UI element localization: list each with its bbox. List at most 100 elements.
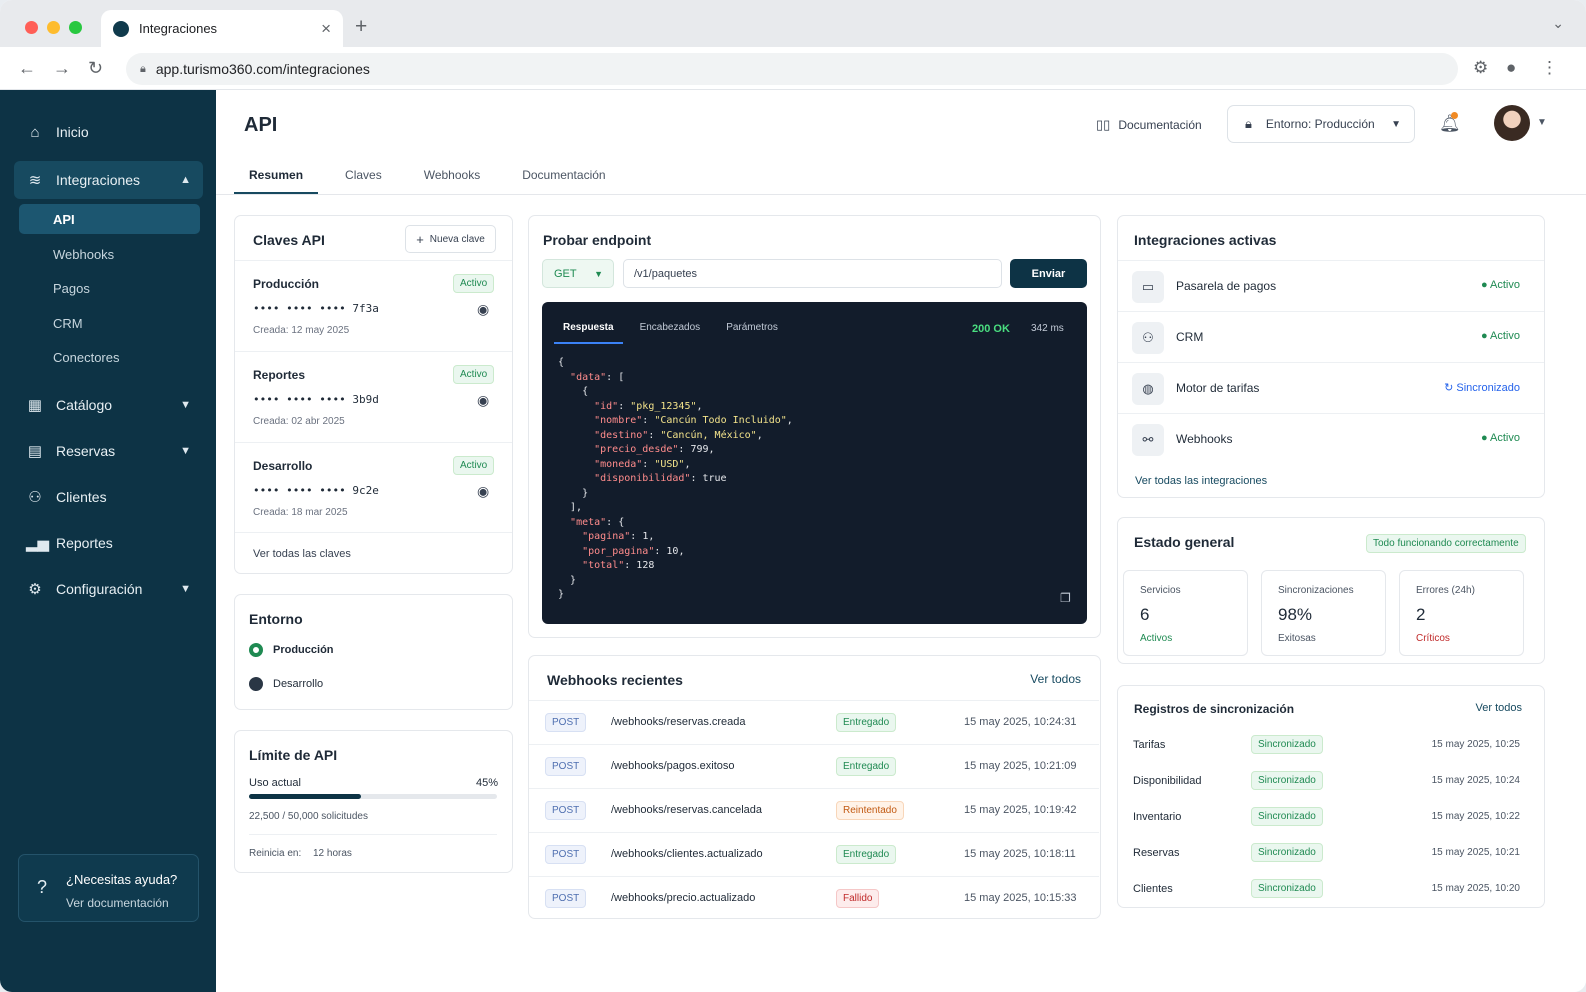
sidebar-item-inicio[interactable]: ⌂ Inicio (14, 113, 203, 151)
sidebar-subitem-webhooks[interactable]: Webhooks (19, 239, 200, 269)
stat-label: Errores (24h) (1416, 585, 1475, 596)
card-title: Integraciones activas (1134, 232, 1277, 248)
sidebar-item-reportes[interactable]: ▂▅ Reportes (14, 524, 203, 562)
list-item[interactable]: ▭ Pasarela de pagos ● Activo (1118, 260, 1544, 311)
back-arrow-icon[interactable]: ← (18, 58, 36, 79)
eye-icon[interactable]: ◉ (477, 301, 489, 318)
card-title: Claves API (253, 232, 325, 248)
key-date: Creada: 18 mar 2025 (253, 507, 348, 518)
book-icon: ▯▯ (1096, 117, 1111, 132)
sidebar-item-configuracion[interactable]: ⚙ Configuración ▼ (14, 570, 203, 608)
tab-encabezados[interactable]: Encabezados (631, 314, 710, 344)
table-row[interactable]: POST /webhooks/reservas.cancelada Reinte… (529, 788, 1099, 832)
general-status-card: Estado general Todo funcionando correcta… (1117, 517, 1545, 664)
stat-sub: Críticos (1416, 633, 1450, 644)
active-integrations-card: Integraciones activas ▭ Pasarela de pago… (1117, 215, 1545, 498)
tab-list-chevron-icon[interactable]: ⌄ (1552, 15, 1564, 32)
status-badge: Sincronizado (1251, 879, 1323, 898)
new-key-button[interactable]: + Nueva clave (405, 225, 496, 253)
sidebar-subitem-pagos[interactable]: Pagos (19, 273, 200, 303)
usage-percent: 45% (475, 777, 498, 789)
sidebar-item-catalogo[interactable]: ▦ Catálogo ▼ (14, 386, 203, 424)
chevron-down-icon[interactable]: ▼ (1537, 117, 1547, 128)
tab-webhooks[interactable]: Webhooks (409, 160, 495, 194)
table-row[interactable]: POST /webhooks/pagos.exitoso Entregado 1… (529, 744, 1099, 788)
table-row[interactable]: POST /webhooks/clientes.actualizado Entr… (529, 832, 1099, 876)
avatar[interactable] (1494, 105, 1530, 141)
see-all-sync-link[interactable]: Ver todos (1476, 702, 1522, 714)
list-item[interactable]: ⚇ CRM ● Activo (1118, 311, 1544, 362)
stat-value: 2 (1416, 605, 1426, 624)
list-item[interactable]: ⚯ Webhooks ● Activo (1118, 413, 1544, 464)
card-title: Entorno (249, 611, 303, 627)
profile-icon[interactable]: ● (1506, 58, 1516, 78)
sync-time: 15 may 2025, 10:22 (1431, 811, 1520, 822)
table-row[interactable]: POST /webhooks/precio.actualizado Fallid… (529, 876, 1099, 920)
minimize-window-button[interactable] (47, 21, 60, 34)
tab-resumen[interactable]: Resumen (234, 160, 319, 194)
sidebar-item-label: Clientes (56, 489, 107, 505)
eye-icon[interactable]: ◉ (477, 392, 489, 409)
radio-desarrollo[interactable] (249, 677, 263, 691)
browser-tab[interactable]: Integraciones × (101, 10, 343, 47)
integration-status-label: Activo (1490, 432, 1520, 444)
new-key-label: Nueva clave (429, 233, 485, 245)
sidebar-subitem-conectores[interactable]: Conectores (19, 342, 200, 372)
reload-icon[interactable]: ↻ (88, 58, 103, 79)
url-field[interactable]: 🔒︎ app.turismo360.com/integraciones (126, 53, 1458, 85)
integration-status: ↻ Sincronizado (1444, 381, 1520, 394)
sync-time: 15 may 2025, 10:25 (1431, 739, 1520, 750)
forward-arrow-icon[interactable]: → (53, 58, 71, 79)
list-item[interactable]: ◍ Motor de tarifas ↻ Sincronizado (1118, 362, 1544, 413)
help-box[interactable]: ? ¿Necesitas ayuda? Ver documentación (18, 854, 199, 922)
status-dot-icon: ● (1480, 330, 1491, 342)
documentation-label: Documentación (1118, 118, 1202, 132)
environment-select[interactable]: 🔒︎ Entorno: Producción ▼ (1227, 105, 1415, 143)
maximize-window-button[interactable] (69, 21, 82, 34)
stat-label: Sincronizaciones (1278, 585, 1354, 596)
eye-icon[interactable]: ◉ (477, 483, 489, 500)
see-all-integrations-link[interactable]: Ver todas las integraciones (1135, 475, 1267, 487)
extensions-icon[interactable]: ⚙ (1473, 58, 1488, 78)
lock-icon: 🔒︎ (1245, 116, 1252, 131)
tab-respuesta[interactable]: Respuesta (554, 314, 623, 344)
key-date: Creada: 12 may 2025 (253, 325, 350, 336)
stat-sub: Activos (1140, 633, 1173, 644)
stat-value: 6 (1140, 605, 1150, 624)
table-row: Clientes Sincronizado 15 may 2025, 10:20 (1118, 872, 1544, 908)
plus-icon: + (416, 231, 424, 247)
table-row[interactable]: POST /webhooks/reservas.creada Entregado… (529, 700, 1099, 744)
endpoint-path-input[interactable]: /v1/paquetes (623, 259, 1002, 288)
sidebar-item-integraciones[interactable]: ≋ Integraciones ▲ (14, 161, 203, 199)
question-icon: ? (37, 877, 48, 897)
send-button[interactable]: Enviar (1010, 259, 1087, 288)
close-tab-icon[interactable]: × (321, 19, 331, 39)
new-tab-icon[interactable]: + (355, 15, 367, 39)
copy-icon[interactable]: ❐ (1060, 591, 1071, 605)
see-all-keys-link[interactable]: Ver todas las claves (253, 548, 351, 560)
webhook-path: /webhooks/clientes.actualizado (611, 848, 763, 860)
divider (249, 834, 497, 835)
sidebar-subitem-crm[interactable]: CRM (19, 308, 200, 338)
documentation-link[interactable]: ▯▯ Documentación (1096, 117, 1202, 133)
integration-name: Pasarela de pagos (1176, 279, 1277, 293)
see-all-webhooks-link[interactable]: Ver todos (1030, 672, 1081, 686)
close-window-button[interactable] (25, 21, 38, 34)
stat-label: Servicios (1140, 585, 1181, 596)
radio-produccion[interactable] (249, 643, 263, 657)
help-docs-link[interactable]: Ver documentación (66, 896, 169, 910)
tab-documentacion[interactable]: Documentación (507, 160, 620, 194)
tab-claves[interactable]: Claves (330, 160, 397, 194)
sidebar-subitem-api[interactable]: API (19, 204, 200, 234)
sidebar-item-reservas[interactable]: ▤ Reservas ▼ (14, 432, 203, 470)
sync-name: Tarifas (1133, 739, 1166, 751)
tab-parametros[interactable]: Parámetros (717, 314, 787, 344)
method-badge: POST (545, 757, 587, 776)
browser-menu-icon[interactable]: ⋮ (1541, 58, 1558, 78)
favicon-icon (113, 20, 129, 37)
response-json: { "data": [ { "id": "pkg_12345", "nombre… (558, 357, 793, 600)
notifications-bell-icon[interactable]: 🔔︎ (1439, 112, 1461, 134)
sidebar-item-clientes[interactable]: ⚇ Clientes (14, 478, 203, 516)
method-select[interactable]: GET ▼ (542, 259, 614, 288)
users-icon: ⚇ (28, 489, 42, 506)
